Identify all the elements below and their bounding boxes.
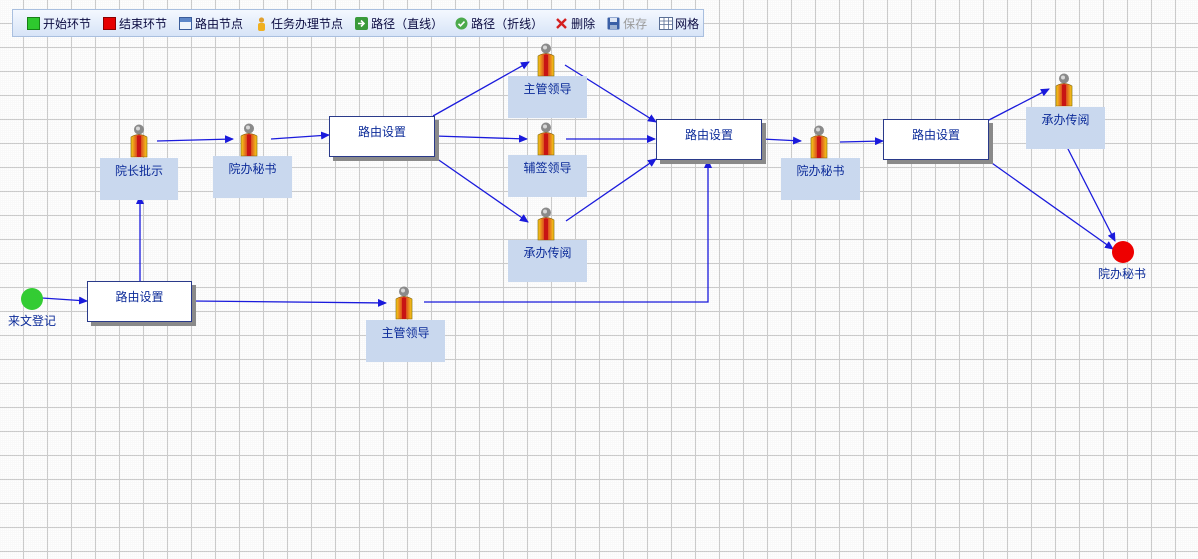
task-node-leader-bottom[interactable]: 主管领导 — [366, 320, 445, 362]
task-node-handle-read1-label: 承办传阅 — [523, 246, 572, 260]
start-node[interactable] — [21, 288, 43, 310]
edge-route2-to-cosign[interactable] — [434, 134, 528, 143]
route-node-4[interactable]: 路由设置 — [883, 119, 989, 160]
person-icon — [535, 122, 557, 156]
person-icon — [535, 43, 557, 77]
flow-edges — [41, 61, 1116, 307]
route-node-3[interactable]: 路由设置 — [656, 119, 762, 160]
person-icon — [393, 286, 415, 320]
person-icon — [808, 125, 830, 159]
task-node-handle-read2-label: 承办传阅 — [1041, 113, 1090, 127]
person-icon — [535, 207, 557, 241]
task-node-handle-read1[interactable]: 承办传阅 — [508, 240, 587, 282]
task-node-secretary2[interactable]: 院办秘书 — [781, 158, 860, 200]
edge-start-to-route1[interactable] — [41, 296, 88, 305]
task-node-leader-top-label: 主管领导 — [523, 82, 572, 96]
task-node-secretary2-label: 院办秘书 — [796, 164, 845, 178]
edge-dean-to-secretary1[interactable] — [156, 135, 234, 144]
start-node-label: 来文登记 — [8, 314, 57, 328]
task-node-cosign[interactable]: 辅签领导 — [508, 155, 587, 197]
edge-route4-to-end[interactable] — [988, 160, 1114, 250]
task-node-dean-label: 院长批示 — [114, 164, 163, 178]
task-node-leader-bottom-label: 主管领导 — [381, 326, 430, 340]
edge-secretary1-to-route2[interactable] — [270, 131, 330, 140]
edge-route1-to-leader-bottom[interactable] — [191, 298, 387, 307]
route-node-1-label: 路由设置 — [115, 290, 164, 304]
route-node-4-label: 路由设置 — [911, 128, 960, 142]
person-icon — [128, 124, 150, 158]
person-icon — [238, 123, 260, 157]
route-node-2[interactable]: 路由设置 — [329, 116, 435, 157]
edge-route3-to-secretary2[interactable] — [761, 136, 802, 145]
route-node-2-label: 路由设置 — [357, 125, 406, 139]
task-node-dean[interactable]: 院长批示 — [100, 158, 178, 200]
route-node-1[interactable]: 路由设置 — [87, 281, 192, 322]
task-node-secretary1[interactable]: 院办秘书 — [213, 156, 292, 198]
route-node-3-label: 路由设置 — [684, 128, 733, 142]
task-node-handle-read2[interactable]: 承办传阅 — [1026, 107, 1105, 149]
end-node[interactable] — [1112, 241, 1134, 263]
edge-handle-read2-to-end[interactable] — [1066, 146, 1116, 242]
person-icon — [1053, 73, 1075, 107]
edge-secretary2-to-route4[interactable] — [839, 137, 884, 146]
end-node-label: 院办秘书 — [1098, 267, 1147, 281]
task-node-secretary1-label: 院办秘书 — [228, 162, 277, 176]
task-node-leader-top[interactable]: 主管领导 — [508, 76, 587, 118]
task-node-cosign-label: 辅签领导 — [523, 161, 572, 175]
